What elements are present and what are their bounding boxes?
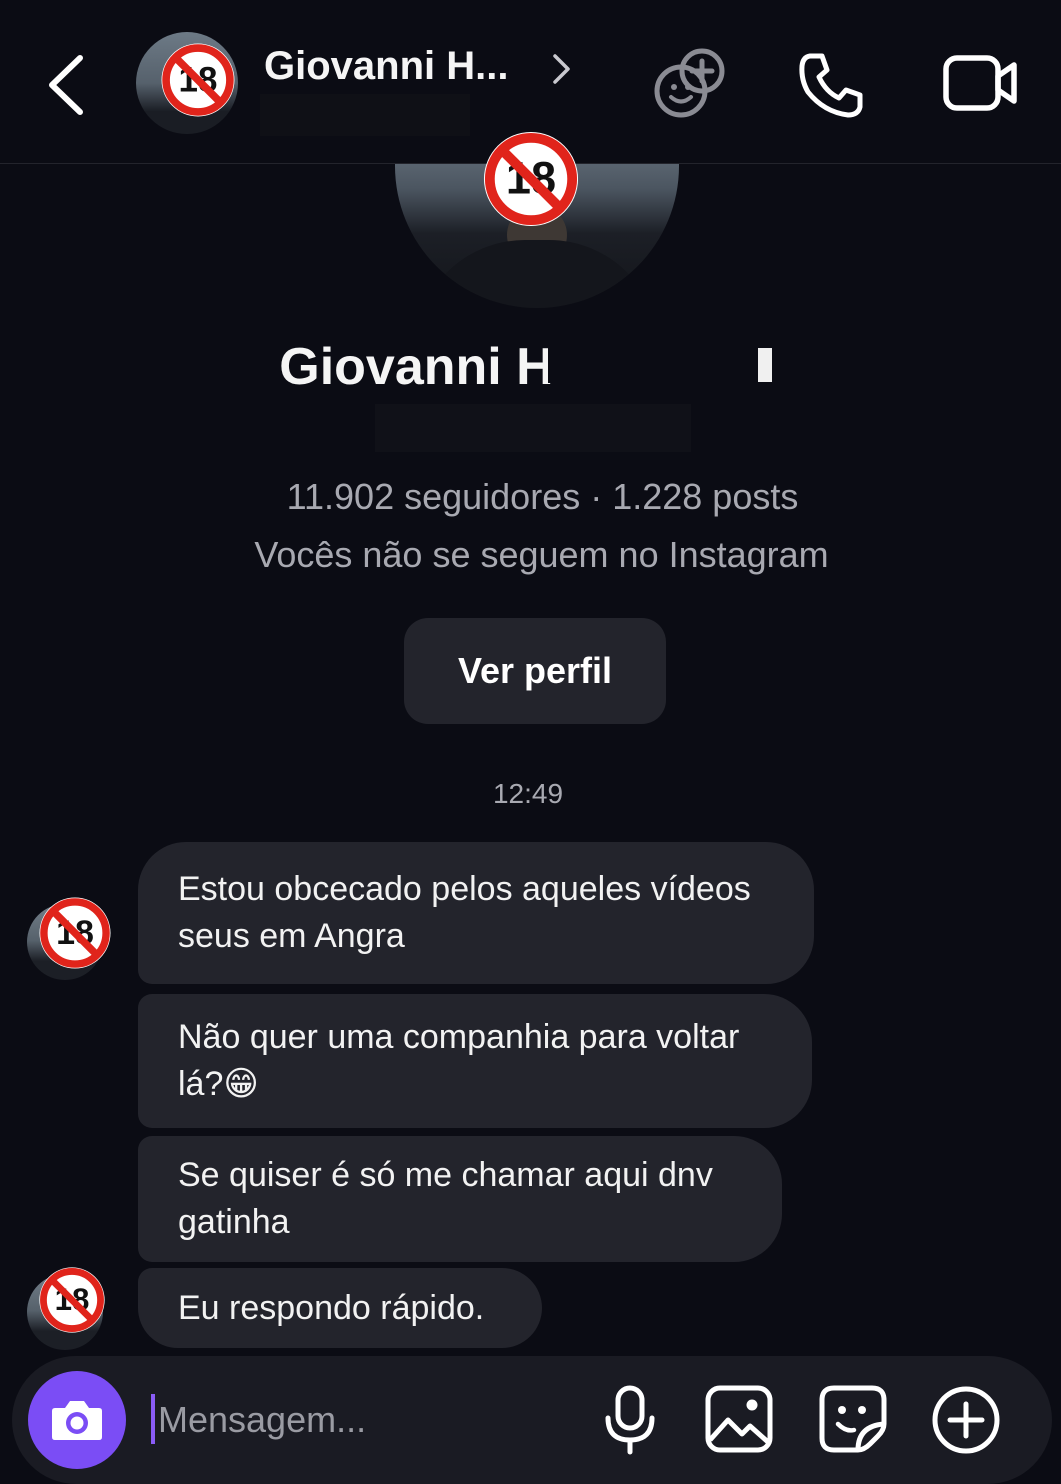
follow-status-text: Vocês não se seguem no Instagram (254, 534, 829, 575)
profile-stats: 11.902 seguidores · 1.228 posts (286, 476, 799, 517)
image-icon[interactable] (704, 1384, 774, 1454)
sticker-icon[interactable] (818, 1384, 888, 1454)
username-redaction (375, 404, 691, 452)
header-contact-name[interactable]: Giovanni H... (264, 44, 508, 89)
chevron-left-icon (49, 55, 83, 115)
video-camera-icon[interactable] (940, 50, 1020, 116)
age-restriction-18-icon: 18 (39, 897, 111, 969)
camera-icon (52, 1401, 102, 1440)
camera-button[interactable] (28, 1371, 126, 1469)
age-restriction-18-icon: 18 (161, 43, 235, 117)
profile-name: Giovanni H (0, 337, 1061, 397)
message-bubble[interactable]: Não quer uma companhia para voltar lá?😁 (138, 994, 812, 1128)
back-button[interactable] (40, 50, 100, 120)
message-bubble[interactable]: Estou obcecado pelos aqueles vídeos seus… (138, 842, 814, 984)
chevron-right-icon[interactable] (548, 52, 574, 86)
age-restriction-18-icon: 18 (39, 1267, 105, 1333)
message-timestamp: 12:49 (492, 778, 564, 809)
header-username-redaction (260, 94, 470, 136)
profile-name-text: Giovanni H (279, 338, 554, 396)
face-effects-icon[interactable] (650, 44, 728, 122)
phone-icon[interactable] (796, 50, 866, 120)
message-text: Se quiser é só me chamar aqui dnv gatinh… (178, 1156, 713, 1241)
text-cursor (151, 1394, 155, 1444)
plus-circle-icon[interactable] (930, 1384, 1002, 1456)
name-redaction-edge (758, 348, 772, 382)
message-bubble[interactable]: Eu respondo rápido. (138, 1268, 542, 1348)
view-profile-button[interactable]: Ver perfil (404, 618, 666, 724)
age-restriction-18-icon: 18 (483, 131, 579, 227)
message-input[interactable] (158, 1392, 578, 1448)
message-bubble[interactable]: Se quiser é só me chamar aqui dnv gatinh… (138, 1136, 782, 1262)
avatar-shirt (415, 240, 659, 308)
name-redaction (548, 343, 758, 383)
message-text: Não quer uma companhia para voltar lá?😁 (178, 1018, 740, 1103)
microphone-icon[interactable] (600, 1384, 660, 1456)
message-text: Eu respondo rápido. (178, 1288, 485, 1327)
message-text: Estou obcecado pelos aqueles vídeos seus… (178, 870, 751, 955)
